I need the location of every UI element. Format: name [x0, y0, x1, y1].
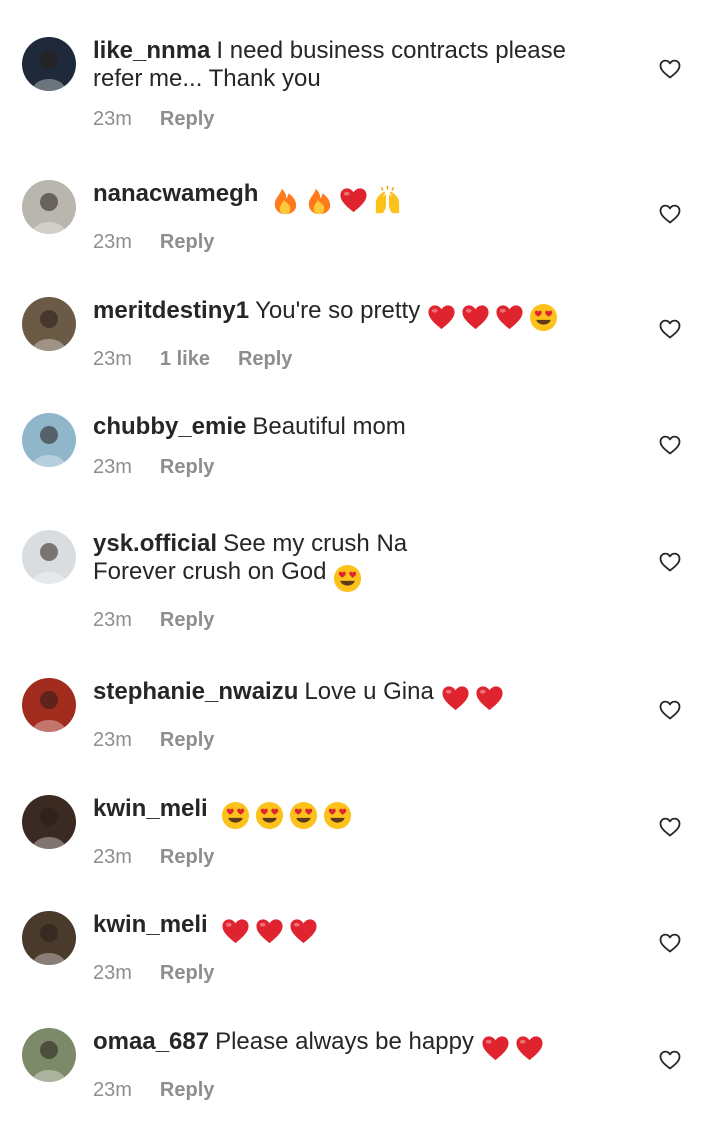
comment-text: See my crush Na	[223, 530, 408, 557]
heart-emoji-icon	[220, 916, 254, 944]
comment-emojis	[220, 916, 322, 947]
heart-emoji-icon	[254, 916, 288, 944]
comment-meta: 23m Reply	[93, 1078, 633, 1102]
reply-button[interactable]: Reply	[160, 846, 214, 868]
comment-text: Beautiful mom	[252, 413, 406, 440]
avatar[interactable]	[22, 413, 76, 467]
like-heart-icon[interactable]	[658, 815, 682, 839]
comment-emojis	[220, 800, 356, 831]
comment-timestamp: 23m	[93, 729, 132, 751]
avatar[interactable]	[22, 911, 76, 965]
heart-eyes-emoji-icon	[220, 800, 254, 830]
heart-eyes-emoji-icon	[528, 302, 562, 332]
raised-hands-emoji-icon	[372, 185, 406, 214]
like-heart-icon[interactable]	[658, 1048, 682, 1072]
comment-body: chubby_emie Beautiful mom 23m Reply	[93, 413, 633, 479]
comment-username[interactable]: kwin_meli	[93, 795, 208, 822]
avatar[interactable]	[22, 678, 76, 732]
like-heart-icon[interactable]	[658, 317, 682, 341]
comment-timestamp: 23m	[93, 231, 132, 253]
fire-emoji-icon	[304, 185, 338, 215]
comment-body: kwin_meli 23m Reply	[93, 911, 633, 985]
reply-button[interactable]: Reply	[160, 962, 214, 984]
like-heart-icon[interactable]	[658, 202, 682, 226]
comment-username[interactable]: kwin_meli	[93, 911, 208, 938]
avatar[interactable]	[22, 795, 76, 849]
like-heart-icon[interactable]	[658, 550, 682, 574]
heart-emoji-icon	[338, 185, 372, 213]
heart-eyes-emoji-icon	[322, 800, 356, 830]
reply-button[interactable]: Reply	[160, 456, 214, 478]
comment-timestamp: 23m	[93, 609, 132, 631]
heart-emoji-icon	[514, 1033, 548, 1061]
comment-timestamp: 23m	[93, 846, 132, 868]
reply-button[interactable]: Reply	[160, 108, 214, 130]
comment-meta: 23m Reply	[93, 845, 633, 869]
heart-emoji-icon	[494, 302, 528, 330]
avatar[interactable]	[22, 530, 76, 584]
comment-meta: 23m Reply	[93, 961, 633, 985]
comment-meta: 23m Reply	[93, 230, 633, 254]
heart-eyes-emoji-icon	[288, 800, 322, 830]
reply-button[interactable]: Reply	[160, 609, 214, 631]
comment-username[interactable]: nanacwamegh	[93, 180, 258, 207]
heart-emoji-icon	[426, 302, 460, 330]
comment-username[interactable]: stephanie_nwaizu	[93, 678, 298, 705]
comment-text-continued: Forever crush on God	[93, 558, 633, 594]
comment-body: like_nnma I need business contracts pleas…	[93, 37, 633, 131]
avatar[interactable]	[22, 297, 76, 351]
comment-body: stephanie_nwaizu Love u Gina 23m Reply	[93, 678, 633, 752]
comment-text: Please always be happy	[215, 1028, 474, 1055]
comment-emojis	[480, 1033, 548, 1064]
comment-username[interactable]: omaa_687	[93, 1028, 209, 1055]
comment-likes[interactable]: 1 like	[160, 348, 210, 370]
comment-meta: 23m Reply	[93, 107, 633, 131]
comment-body: omaa_687 Please always be happy 23m Reply	[93, 1028, 633, 1102]
comment-body: ysk.official See my crush Na Forever crus…	[93, 530, 633, 632]
like-heart-icon[interactable]	[658, 433, 682, 457]
comment-emojis	[426, 302, 562, 333]
comment-emojis	[440, 683, 508, 714]
comment-username[interactable]: like_nnma	[93, 37, 210, 64]
comment-emojis-2	[332, 563, 366, 594]
comment-meta: 23m Reply	[93, 608, 633, 632]
reply-button[interactable]: Reply	[160, 1079, 214, 1101]
like-heart-icon[interactable]	[658, 931, 682, 955]
comment-emojis	[270, 185, 406, 216]
reply-button[interactable]: Reply	[160, 231, 214, 253]
heart-emoji-icon	[474, 683, 508, 711]
heart-eyes-emoji-icon	[332, 563, 366, 593]
avatar[interactable]	[22, 37, 76, 91]
comment-body: meritdestiny1 You're so pretty 23m 1 like R…	[93, 297, 633, 371]
comment-body: nanacwamegh 23m Reply	[93, 180, 633, 254]
comment-meta: 23m 1 like Reply	[93, 347, 633, 371]
like-heart-icon[interactable]	[658, 57, 682, 81]
heart-emoji-icon	[480, 1033, 514, 1061]
heart-eyes-emoji-icon	[254, 800, 288, 830]
heart-emoji-icon	[288, 916, 322, 944]
comment-timestamp: 23m	[93, 962, 132, 984]
like-heart-icon[interactable]	[658, 698, 682, 722]
comment-timestamp: 23m	[93, 348, 132, 370]
comment-timestamp: 23m	[93, 456, 132, 478]
reply-button[interactable]: Reply	[238, 348, 292, 370]
avatar[interactable]	[22, 1028, 76, 1082]
fire-emoji-icon	[270, 185, 304, 215]
comment-meta: 23m Reply	[93, 728, 633, 752]
comment-username[interactable]: meritdestiny1	[93, 297, 249, 324]
reply-button[interactable]: Reply	[160, 729, 214, 751]
heart-emoji-icon	[460, 302, 494, 330]
comment-text: I need business contracts please	[216, 37, 566, 64]
comment-timestamp: 23m	[93, 108, 132, 130]
comment-username[interactable]: chubby_emie	[93, 413, 246, 440]
avatar[interactable]	[22, 180, 76, 234]
comment-timestamp: 23m	[93, 1079, 132, 1101]
comment-username[interactable]: ysk.official	[93, 530, 217, 557]
comment-text: You're so pretty	[255, 297, 421, 324]
heart-emoji-icon	[440, 683, 474, 711]
comment-text-continued: refer me... Thank you	[93, 65, 321, 92]
comment-text: Love u Gina	[304, 678, 434, 705]
comment-body: kwin_meli 23m Reply	[93, 795, 633, 869]
comment-meta: 23m Reply	[93, 455, 633, 479]
